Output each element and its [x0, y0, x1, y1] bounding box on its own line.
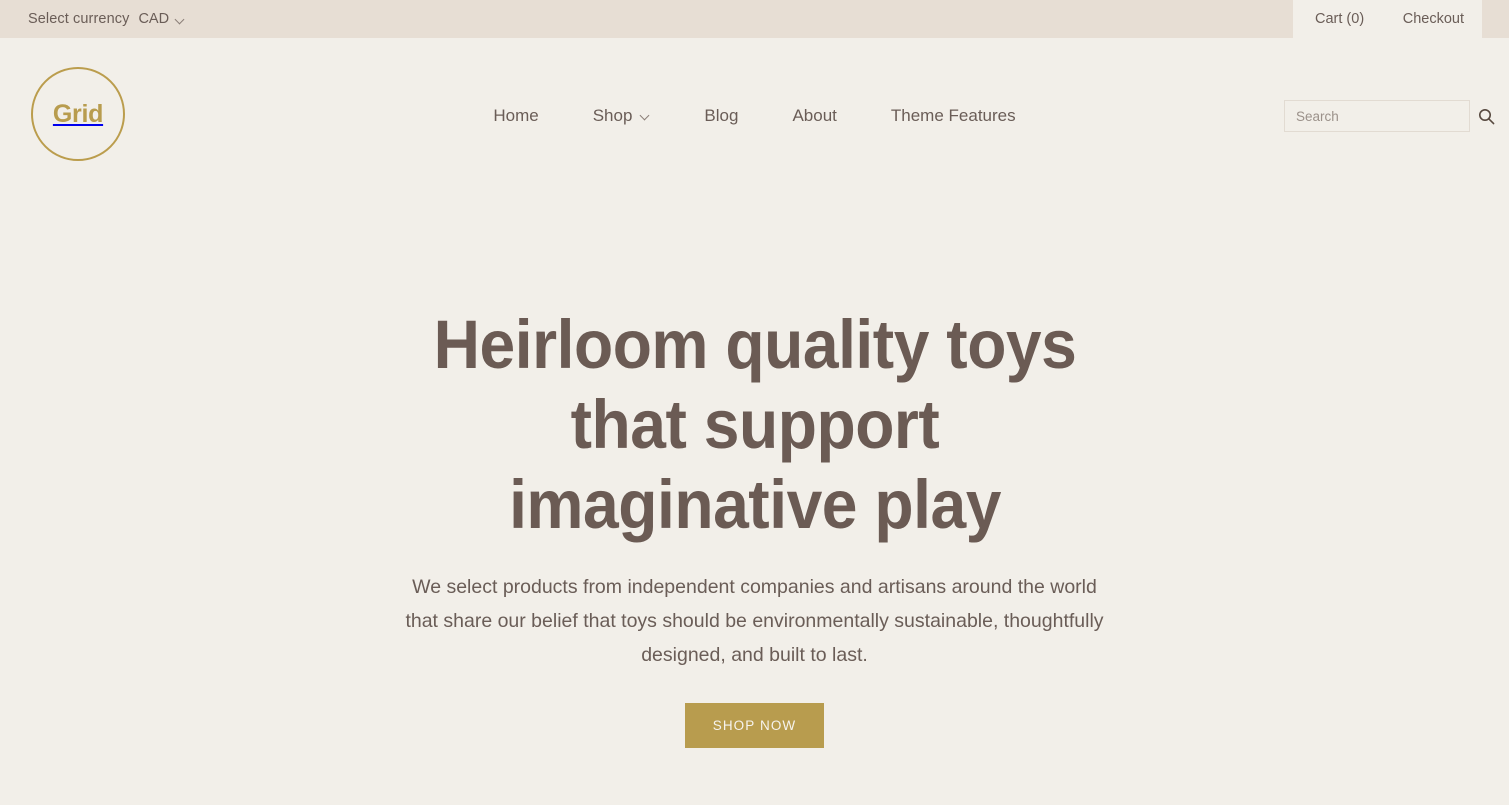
- cart-link[interactable]: Cart (0): [1315, 11, 1364, 27]
- nav-item-label: Shop: [592, 105, 633, 125]
- topbar-account-links: Cart (0) Checkout: [1293, 0, 1482, 38]
- hero-title: Heirloom quality toys that support imagi…: [433, 306, 1076, 543]
- chevron-down-icon: [641, 111, 650, 120]
- checkout-link[interactable]: Checkout: [1403, 11, 1464, 27]
- nav-item-home[interactable]: Home: [466, 106, 565, 126]
- nav-item-blog[interactable]: Blog: [677, 106, 765, 126]
- search-submit-button[interactable]: [1476, 106, 1496, 126]
- search-input[interactable]: [1284, 100, 1470, 132]
- nav-item-shop[interactable]: Shop: [566, 106, 678, 126]
- nav-item-label: Home: [493, 105, 539, 125]
- nav-item-about[interactable]: About: [765, 106, 863, 126]
- nav-item-label: Blog: [704, 105, 739, 125]
- currency-dropdown[interactable]: CAD: [138, 11, 185, 27]
- search-group: [1284, 100, 1496, 132]
- chevron-down-icon: [176, 15, 185, 24]
- site-header: Grid Home Shop Blog About Theme Features: [0, 38, 1509, 193]
- nav-item-theme-features[interactable]: Theme Features: [864, 106, 1043, 126]
- main-navigation: Home Shop Blog About Theme Features: [0, 38, 1509, 193]
- select-currency-label: Select currency: [28, 11, 130, 27]
- hero-section: Heirloom quality toys that support imagi…: [0, 193, 1509, 748]
- search-icon: [1478, 108, 1494, 124]
- currency-selector-group: Select currency CAD: [0, 0, 185, 38]
- currency-value: CAD: [138, 11, 170, 27]
- nav-item-label: Theme Features: [890, 105, 1016, 125]
- hero-subtitle: We select products from independent comp…: [405, 576, 1104, 666]
- shop-now-button[interactable]: SHOP NOW: [684, 703, 825, 748]
- top-utility-bar: Select currency CAD Cart (0) Checkout: [0, 0, 1509, 38]
- nav-item-label: About: [792, 105, 837, 125]
